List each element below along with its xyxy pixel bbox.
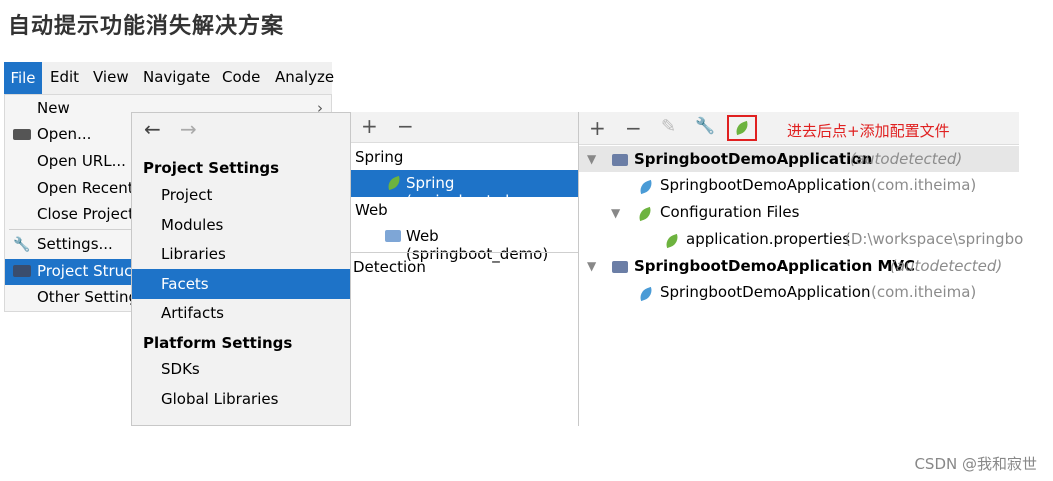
watermark: CSDN @我和寂世 [914,455,1037,473]
add-facet-button[interactable]: + [361,114,378,138]
menu-item-close-project[interactable]: Close Project [37,205,134,223]
spring-class-icon [637,286,655,302]
web-facet-icon [385,230,401,242]
tree-row-class-mvc-suffix: (com.itheima) [871,283,977,301]
wrench-icon: 🔧 [13,237,31,253]
tree-row-class[interactable]: SpringbootDemoApplication [660,176,871,194]
tree-row-properties[interactable]: application.properties [686,230,850,248]
tree-row-app-suffix: (autodetected) [850,150,963,168]
project-structure-nav: ← → Project Settings Project Modules Lib… [131,112,351,426]
nav-item-sdks[interactable]: SDKs [161,360,200,378]
properties-file-icon [663,233,681,249]
menu-item-settings[interactable]: Settings... [37,235,113,253]
menu-file[interactable]: File [4,62,42,94]
tree-row-app-mvc-suffix: (autodetected) [890,257,1003,275]
menu-item-open[interactable]: Open... [37,125,91,143]
facets-list: + − Spring Spring (springboot_dem Web We… [351,112,579,426]
menu-item-other-settings[interactable]: Other Setting [37,288,138,306]
forward-arrow-icon[interactable]: → [180,117,197,141]
module-icon [612,261,628,273]
remove-facet-button[interactable]: − [397,114,414,138]
facets-divider [351,252,578,253]
tree-row-class-mvc[interactable]: SpringbootDemoApplication [660,283,871,301]
wrench-icon[interactable]: 🔧 [695,116,715,135]
facet-item-web[interactable]: Web (springboot_demo) [406,227,578,263]
chevron-down-icon[interactable]: ▼ [611,206,620,220]
edit-icon[interactable]: ✎ [661,116,676,137]
spring-class-icon [637,179,655,195]
menu-navigate[interactable]: Navigate [143,68,210,86]
tree-row-app-mvc[interactable]: SpringbootDemoApplication MVC [634,257,915,275]
nav-item-modules[interactable]: Modules [161,216,223,234]
nav-item-libraries[interactable]: Libraries [161,245,226,263]
menu-view[interactable]: View [93,68,129,86]
menu-item-open-url[interactable]: Open URL... [37,152,126,170]
nav-item-project[interactable]: Project [161,186,212,204]
annotation-text: 进去后点+添加配置文件 [787,122,950,140]
config-files-icon [636,206,654,222]
platform-settings-heading: Platform Settings [143,334,293,352]
facet-item-spring[interactable]: Spring (springboot_dem [406,174,578,210]
back-arrow-icon[interactable]: ← [144,117,161,141]
folder-open-icon [13,129,31,140]
module-icon [612,154,628,166]
menu-item-new[interactable]: New [37,99,70,117]
project-structure-icon [13,265,31,277]
tree-row-config-files[interactable]: Configuration Files [660,203,799,221]
nav-item-global-libraries[interactable]: Global Libraries [161,390,278,408]
menu-bar: File Edit View Navigate Code Analyze [4,62,334,95]
menu-item-project-structure[interactable]: Project Struct [37,262,138,280]
tree-row-properties-path: (D:\workspace\springbo [845,230,1024,248]
spring-config-tree: + − ✎ 🔧 进去后点+添加配置文件 ▼ SpringbootDemoAppl… [579,112,1023,426]
menu-analyze[interactable]: Analyze [275,68,334,86]
nav-item-artifacts[interactable]: Artifacts [161,304,224,322]
page-title: 自动提示功能消失解决方案 [8,14,285,39]
tree-toolbar: + − ✎ 🔧 进去后点+添加配置文件 [579,112,1019,145]
facet-group-spring[interactable]: Spring [355,148,403,166]
project-settings-heading: Project Settings [143,159,280,177]
tree-row-class-suffix: (com.itheima) [871,176,977,194]
chevron-down-icon[interactable]: ▼ [587,152,596,166]
chevron-down-icon[interactable]: ▼ [587,259,596,273]
menu-code[interactable]: Code [222,68,260,86]
menu-edit[interactable]: Edit [50,68,79,86]
add-button[interactable]: + [589,116,606,140]
facets-toolbar: + − [351,112,578,143]
nav-item-facets[interactable]: Facets [161,275,209,293]
facet-detection[interactable]: Detection [353,258,426,276]
tree-row-app[interactable]: SpringbootDemoApplication [634,150,872,168]
facet-group-web[interactable]: Web [355,201,388,219]
remove-button[interactable]: − [625,116,642,140]
menu-item-open-recent[interactable]: Open Recent [37,179,134,197]
